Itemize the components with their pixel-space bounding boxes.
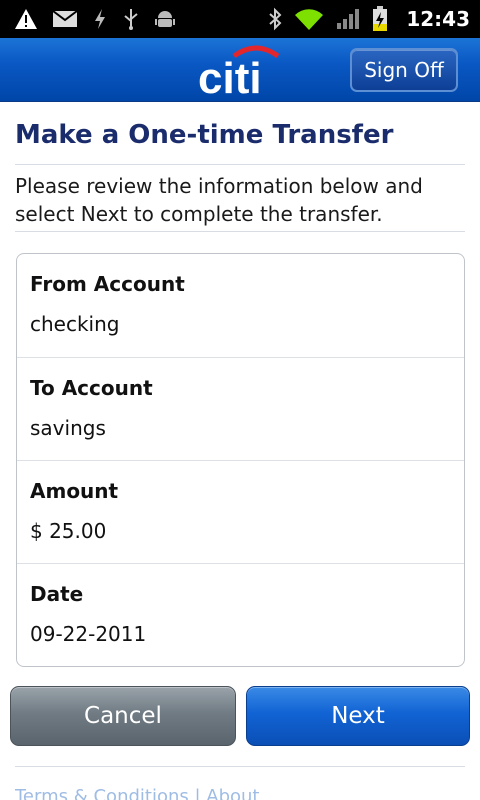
notification-icons <box>0 0 176 38</box>
clock: 12:43 <box>406 7 470 31</box>
signal-icon <box>336 8 360 30</box>
bluetooth-icon <box>268 7 282 31</box>
to-account-label: To Account <box>30 376 153 400</box>
status-bar: 12:43 <box>0 0 480 38</box>
instructions-text: Please review the information below and … <box>15 174 423 226</box>
svg-text:citi: citi <box>198 54 262 98</box>
to-account-row: To Account savings <box>17 357 464 460</box>
app-header: citi Sign Off <box>0 38 480 103</box>
amount-value: $ 25.00 <box>30 519 107 543</box>
page-title: Make a One-time Transfer <box>15 120 394 150</box>
date-row: Date 09-22-2011 <box>17 563 464 666</box>
date-value: 09-22-2011 <box>30 622 147 646</box>
from-account-row: From Account checking <box>17 254 464 357</box>
amount-label: Amount <box>30 479 119 503</box>
cancel-button[interactable]: Cancel <box>10 686 236 746</box>
system-status: 12:43 <box>268 0 480 38</box>
amount-row: Amount $ 25.00 <box>17 460 464 563</box>
transfer-review-card: From Account checking To Account savings… <box>16 253 465 667</box>
warning-icon <box>14 8 38 30</box>
date-label: Date <box>30 582 84 606</box>
title-divider <box>15 164 465 165</box>
sign-off-button[interactable]: Sign Off <box>350 48 458 92</box>
from-account-value: checking <box>30 312 120 336</box>
from-account-label: From Account <box>30 272 185 296</box>
wifi-icon <box>294 7 324 31</box>
terms-link[interactable]: Terms & Conditions | About <box>15 786 260 800</box>
next-button[interactable]: Next <box>246 686 470 746</box>
android-icon <box>154 8 176 30</box>
footer-divider <box>15 766 465 767</box>
usb-icon <box>122 7 140 31</box>
battery-icon <box>372 6 388 32</box>
charge-icon <box>92 8 108 30</box>
to-account-value: savings <box>30 416 106 440</box>
citi-logo: citi <box>198 42 282 103</box>
instructions-divider <box>15 231 465 232</box>
mail-icon <box>52 9 78 29</box>
